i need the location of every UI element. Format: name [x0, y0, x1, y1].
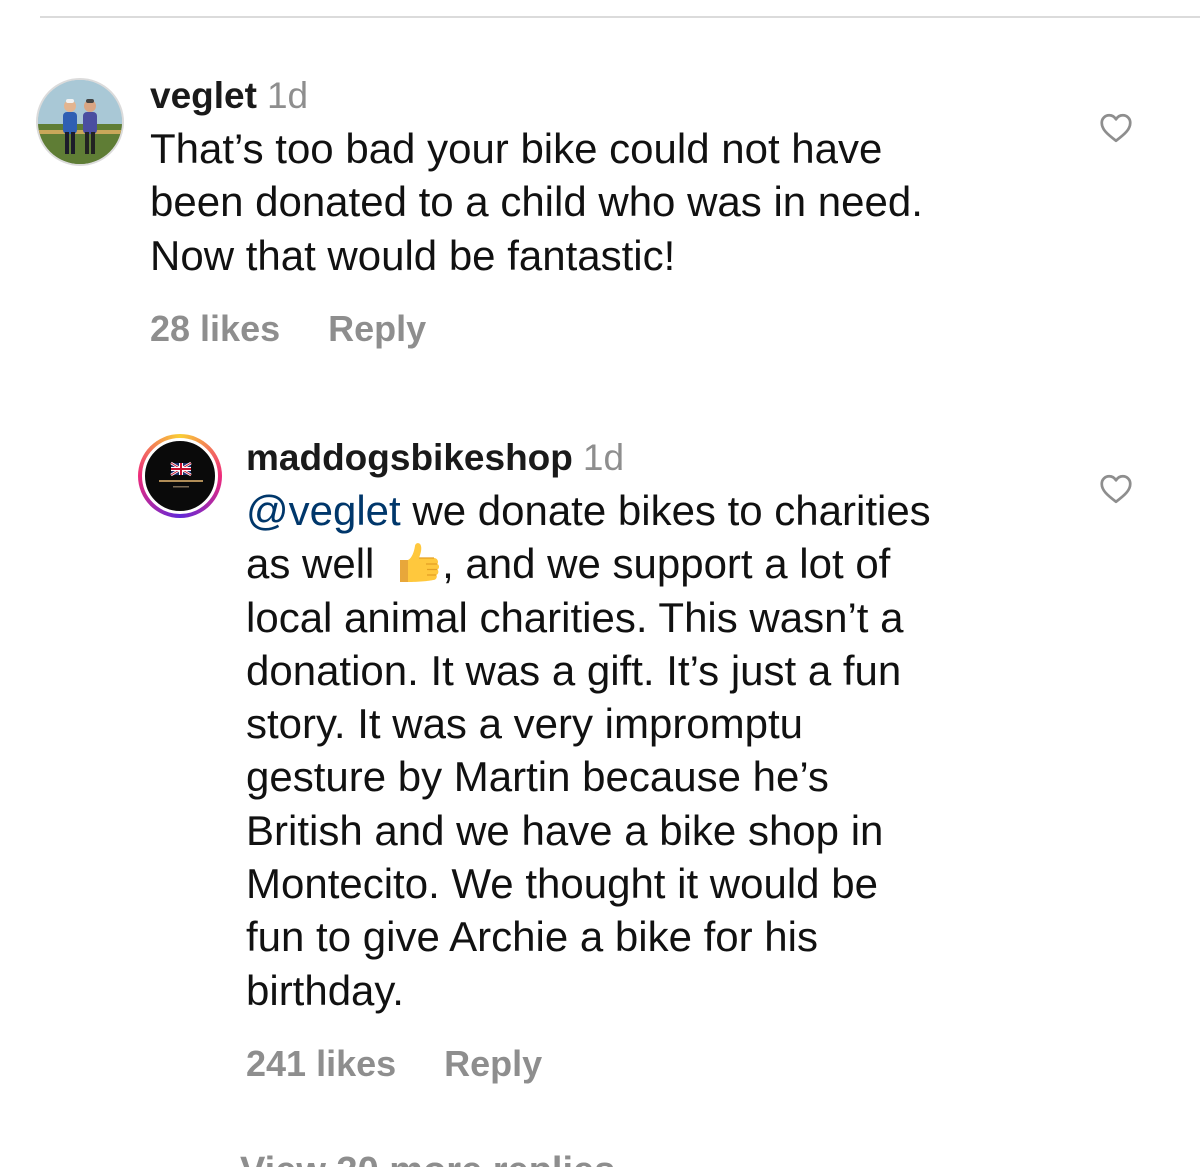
reply-button[interactable]: Reply	[444, 1043, 542, 1085]
comments-page: veglet 1d That’s too bad your bike could …	[0, 0, 1200, 1167]
comment-line: British and we have a bike shop in	[246, 806, 884, 854]
profile-photo-icon	[38, 80, 122, 164]
comment-line: local animal charities. This wasn’t a	[246, 593, 904, 641]
comment-actions: 241 likes Reply	[246, 1043, 1066, 1085]
comment-line: Montecito. We thought it would be	[246, 860, 878, 908]
comment-line: story. It was a very impromptu	[246, 700, 804, 748]
comment-line: fun to give Archie a bike for his	[246, 913, 818, 961]
comment-maddogsbikeshop: maddogsbikeshop 1d @veglet we donate bike…	[246, 434, 1066, 1085]
comment-actions: 28 likes Reply	[150, 308, 1070, 350]
comment-header: maddogsbikeshop 1d	[246, 434, 1066, 482]
comment-line: as well , and we support a lot of	[246, 537, 1066, 590]
username[interactable]: veglet	[150, 75, 257, 116]
reply-button[interactable]: Reply	[328, 308, 426, 350]
timestamp: 1d	[266, 75, 309, 116]
comment-line: @veglet we donate bikes to charities	[246, 484, 1066, 537]
comment-text-span: , and we support a lot of	[442, 540, 891, 588]
likes-count[interactable]: 28 likes	[150, 308, 280, 350]
timestamp: 1d	[582, 437, 625, 478]
thumbs-up-emoji-icon	[400, 543, 440, 583]
comment-text-span: as well	[246, 540, 387, 588]
union-jack-logo-icon	[159, 461, 203, 488]
likes-count[interactable]: 241 likes	[246, 1043, 396, 1085]
view-more-replies-button[interactable]: View 30 more replies	[240, 1150, 615, 1167]
logo-icon	[142, 438, 218, 514]
heart-icon[interactable]	[1098, 471, 1134, 507]
comment-line: gesture by Martin because he’s	[246, 753, 829, 801]
comment-line: been donated to a child who was in need.	[150, 178, 923, 226]
comment-line: donation. It was a gift. It’s just a fun	[246, 646, 902, 694]
heart-icon[interactable]	[1098, 110, 1134, 146]
mention-link[interactable]: @veglet	[246, 487, 401, 534]
comment-text: @veglet we donate bikes to charities as …	[246, 484, 1066, 1017]
username[interactable]: maddogsbikeshop	[246, 437, 573, 478]
comment-line: That’s too bad your bike could not have	[150, 125, 883, 172]
comment-line: Now that would be fantastic!	[150, 231, 676, 279]
avatar-veglet[interactable]	[36, 78, 124, 166]
comment-header: veglet 1d	[150, 72, 1070, 120]
comment-line: birthday.	[246, 966, 404, 1014]
top-divider	[40, 16, 1200, 18]
avatar-maddogsbikeshop[interactable]	[138, 434, 222, 518]
comment-text-span: we donate bikes to charities	[400, 487, 931, 534]
comment-text: That’s too bad your bike could not have …	[150, 122, 1070, 282]
comment-veglet: veglet 1d That’s too bad your bike could …	[150, 72, 1070, 350]
